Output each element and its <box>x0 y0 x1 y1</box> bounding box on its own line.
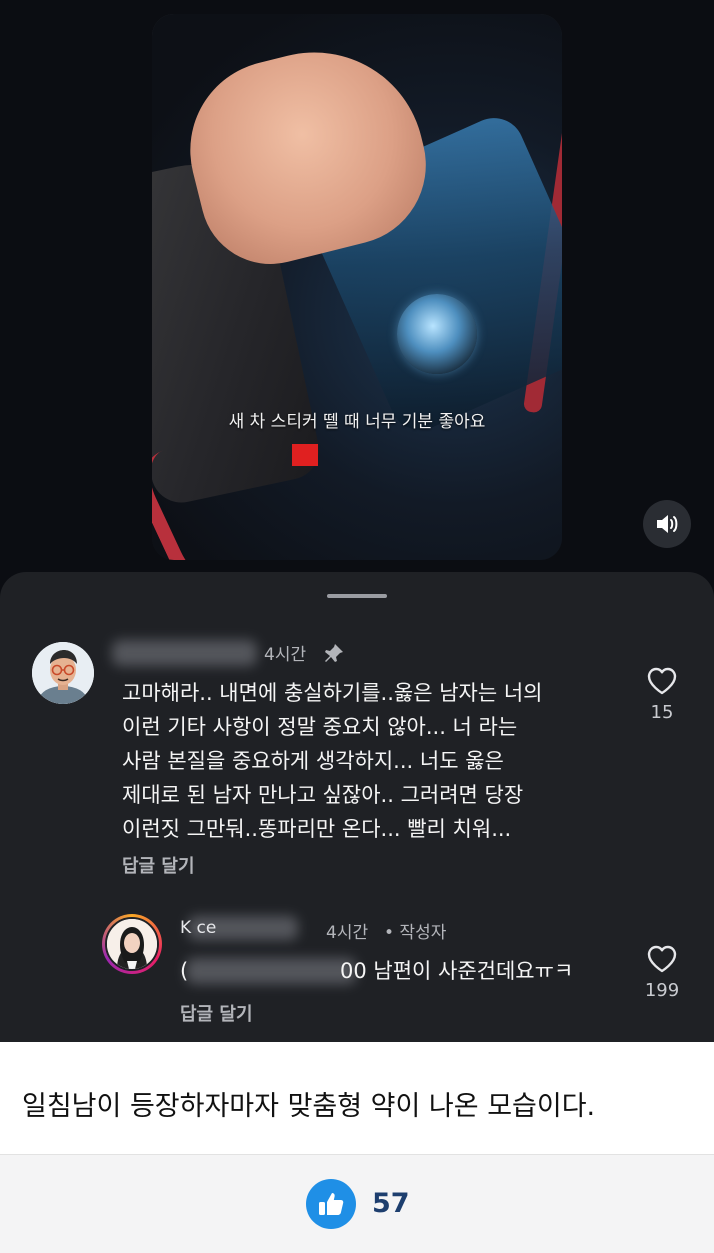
comment-line: 이런짓 그만둬..똥파리만 온다... 빨리 치워... <box>122 817 512 841</box>
video-player[interactable]: 새 차 스티커 뗄 때 너무 기분 좋아요 <box>152 14 562 560</box>
like-post-button[interactable] <box>306 1179 356 1229</box>
pin-icon <box>325 644 343 662</box>
like-button[interactable]: 15 <box>640 666 684 723</box>
comment-line: 고마해라.. 내면에 충실하기를..옳은 남자는 너의 <box>122 681 543 705</box>
video-caption: 새 차 스티커 뗄 때 너무 기분 좋아요 <box>228 412 486 432</box>
sheet-drag-handle[interactable] <box>327 594 387 598</box>
comment-body: 00 남편이 사준건데요ㅠㅋ <box>340 959 574 983</box>
comment-time: 4시간 <box>264 645 307 665</box>
like-button[interactable]: 199 <box>640 944 684 1001</box>
post-caption-area: 일침남이 등장하자마자 맞춤형 약이 나온 모습이다. <box>0 1042 714 1154</box>
comment-body: 고마해라.. 내면에 충실하기를..옳은 남자는 너의 이런 기타 사항이 정말… <box>122 676 542 846</box>
video-screen: 새 차 스티커 뗄 때 너무 기분 좋아요 4시간 고마해라.. 내면에 충실하… <box>0 0 714 1042</box>
reply-button[interactable]: 답글 달기 <box>122 852 195 878</box>
recommend-bar: 57 <box>0 1155 714 1253</box>
comment-line: 제대로 된 남자 만나고 싶잖아.. 그러려면 당장 <box>122 783 524 807</box>
video-control-knob <box>397 294 477 374</box>
thumbs-up-icon <box>319 1193 344 1215</box>
like-count: 57 <box>372 1188 410 1219</box>
comment-body-prefix: ( <box>180 959 189 983</box>
avatar-illustration <box>32 642 94 704</box>
avatar[interactable] <box>32 642 94 704</box>
comment-text-blurred <box>186 958 356 984</box>
sound-toggle-button[interactable] <box>643 500 691 548</box>
reply-button[interactable]: 답글 달기 <box>180 1000 253 1026</box>
comment-author[interactable]: K ce <box>180 918 216 938</box>
heart-icon <box>647 667 677 695</box>
speaker-icon <box>657 515 678 533</box>
author-name-blurred <box>112 640 257 666</box>
comment-line: 이런 기타 사항이 정말 중요치 않아... 너 라는 <box>122 715 518 739</box>
avatar-photo <box>105 917 159 971</box>
like-count: 199 <box>644 980 680 1001</box>
avatar-illustration <box>107 919 157 969</box>
comment-line: 사람 본질을 중요하게 생각하지... 너도 옳은 <box>122 749 504 773</box>
video-red-light <box>292 444 318 466</box>
post-caption: 일침남이 등장하자마자 맞춤형 약이 나온 모습이다. <box>22 1091 596 1122</box>
avatar[interactable] <box>102 914 162 974</box>
author-badge: • 작성자 <box>384 923 447 943</box>
heart-icon <box>647 945 677 973</box>
like-count: 15 <box>650 702 674 723</box>
comments-sheet: 4시간 고마해라.. 내면에 충실하기를..옳은 남자는 너의 이런 기타 사항… <box>0 572 714 1042</box>
comment-time: 4시간 <box>326 923 369 943</box>
